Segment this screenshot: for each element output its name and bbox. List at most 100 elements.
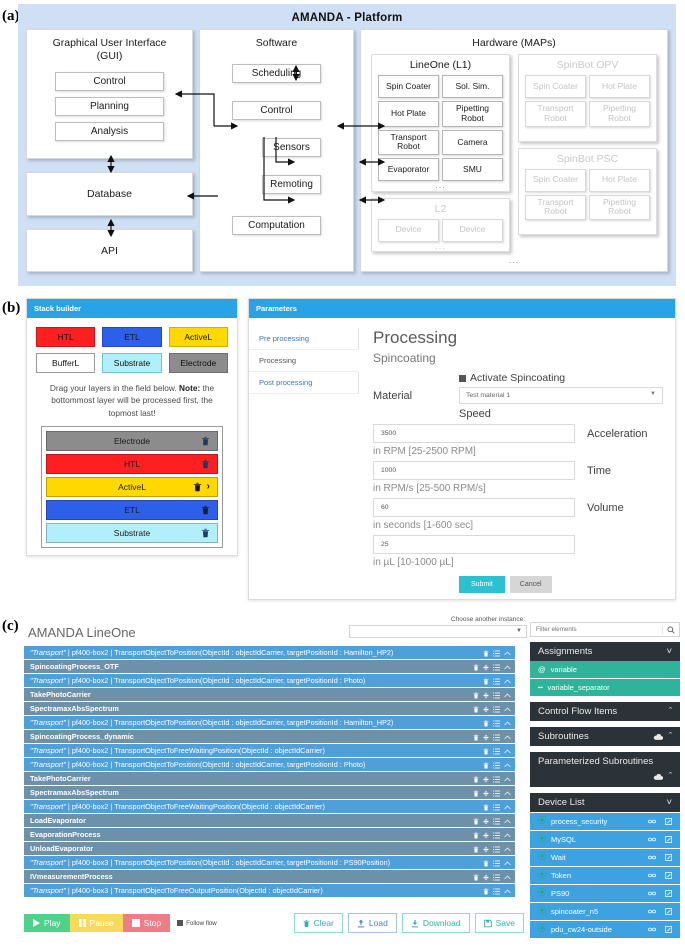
move-icon[interactable]	[483, 692, 489, 699]
clear-button[interactable]: Clear	[293, 913, 343, 933]
trash-icon[interactable]	[483, 804, 489, 811]
trash-icon[interactable]	[483, 888, 489, 895]
palette-chip-activel[interactable]: ActiveL	[168, 327, 228, 347]
load-button[interactable]: Load	[347, 913, 397, 933]
time-input[interactable]: 60	[373, 498, 575, 517]
sequence-row[interactable]: "Transport" | pf400-box2 | TransportObje…	[24, 673, 515, 687]
trash-icon[interactable]	[473, 832, 479, 839]
section-control-flow-items[interactable]: Control Flow Items ˆ	[530, 702, 680, 721]
chevron-down-icon[interactable]: ˅	[666, 646, 672, 657]
sequence-row[interactable]: "Transport" | pf400-box3 | TransportObje…	[24, 855, 515, 869]
trash-icon[interactable]	[483, 860, 489, 867]
chevron-up-icon[interactable]	[504, 875, 511, 880]
sequence-row[interactable]: IVmeasurementProcess	[24, 869, 515, 883]
edit-icon[interactable]	[665, 889, 672, 897]
activate-spincoating-checkbox[interactable]	[459, 374, 466, 382]
device-list-item[interactable]: ⦿ process_security	[530, 811, 680, 830]
trash-icon[interactable]	[193, 482, 202, 492]
link-icon[interactable]	[648, 873, 656, 878]
assignment-item-variable[interactable]: @ variable	[530, 661, 680, 678]
chevron-up-icon[interactable]	[504, 861, 511, 866]
device-list-item[interactable]: ⦿ Wait	[530, 847, 680, 866]
assignment-item-variable-separator[interactable]: ━ variable_separator	[530, 678, 680, 696]
chevron-up-icon[interactable]: ˆ	[669, 706, 672, 717]
device-list-item[interactable]: ⦿ PS90	[530, 883, 680, 902]
list-icon[interactable]	[493, 720, 500, 727]
cloud-icon[interactable]	[653, 733, 663, 741]
move-icon[interactable]	[483, 790, 489, 797]
layer-row-activel[interactable]: ActiveL ›	[46, 477, 218, 498]
sequence-row[interactable]: SpincoatingProcess_OTF	[24, 659, 515, 673]
list-icon[interactable]	[493, 860, 500, 867]
download-button[interactable]: Download	[401, 913, 470, 933]
sequence-row[interactable]: TakePhotoCarrier	[24, 771, 515, 785]
activate-spincoating-row[interactable]: Activate Spincoating	[459, 372, 663, 384]
material-select[interactable]: Test material 1 ▼	[459, 387, 663, 404]
chevron-up-icon[interactable]	[504, 749, 511, 754]
list-icon[interactable]	[493, 748, 500, 755]
trash-icon[interactable]	[473, 818, 479, 825]
software-node-sensors[interactable]: Sensors	[262, 138, 321, 158]
trash-icon[interactable]	[473, 874, 479, 881]
list-icon[interactable]	[493, 650, 500, 657]
chevron-up-icon[interactable]	[504, 889, 511, 894]
trash-icon[interactable]	[201, 459, 210, 469]
edit-icon[interactable]	[665, 835, 672, 843]
chevron-up-icon[interactable]	[504, 805, 511, 810]
filter-elements-box[interactable]	[530, 622, 680, 637]
trash-icon[interactable]	[483, 678, 489, 685]
trash-icon[interactable]	[473, 790, 479, 797]
trash-icon[interactable]	[483, 720, 489, 727]
edit-icon[interactable]	[665, 925, 672, 933]
map-spinbot-opv[interactable]: SpinBot OPV Spin Coater Hot Plate Transp…	[518, 54, 657, 142]
palette-chip-electrode[interactable]: Electrode	[168, 353, 228, 373]
trash-icon[interactable]	[483, 762, 489, 769]
submit-button[interactable]: Submit	[459, 576, 505, 593]
palette-chip-htl[interactable]: HTL	[36, 327, 96, 347]
chevron-up-icon[interactable]	[504, 665, 511, 670]
link-icon[interactable]	[648, 891, 656, 896]
cancel-button[interactable]: Cancel	[509, 576, 552, 593]
stop-button[interactable]: Stop	[122, 914, 171, 932]
link-icon[interactable]	[648, 819, 656, 824]
section-parameterized-subroutines[interactable]: Parameterized Subroutines ˆ	[530, 752, 680, 787]
chevron-up-icon[interactable]	[504, 679, 511, 684]
list-icon[interactable]	[493, 776, 500, 783]
device-list-item[interactable]: ⦿ MySQL	[530, 829, 680, 848]
trash-icon[interactable]	[473, 664, 479, 671]
move-icon[interactable]	[483, 734, 489, 741]
edit-icon[interactable]	[665, 907, 672, 915]
gui-node-planning[interactable]: Planning	[55, 97, 164, 117]
device-list-item[interactable]: ⦿ spincoater_n5	[530, 901, 680, 920]
list-icon[interactable]	[493, 790, 500, 797]
software-node-control[interactable]: Control	[232, 101, 321, 121]
sequence-row[interactable]: "Transport" | pf400-box2 | TransportObje…	[24, 799, 515, 813]
palette-chip-etl[interactable]: ETL	[102, 327, 162, 347]
move-icon[interactable]	[483, 832, 489, 839]
acceleration-input[interactable]: 1000	[373, 461, 575, 480]
sequence-row[interactable]: SpincoatingProcess_dynamic	[24, 729, 515, 743]
layer-row-electrode[interactable]: Electrode	[46, 431, 218, 452]
chevron-up-icon[interactable]: ˆ	[669, 731, 672, 742]
tab-processing[interactable]: Processing	[249, 350, 359, 372]
chevron-up-icon[interactable]	[504, 819, 511, 824]
sequence-row[interactable]: "Transport" | pf400-box2 | TransportObje…	[24, 715, 515, 729]
instance-select[interactable]: ▼	[349, 625, 527, 638]
move-icon[interactable]	[483, 874, 489, 881]
link-icon[interactable]	[648, 909, 656, 914]
trash-icon[interactable]	[473, 776, 479, 783]
link-icon[interactable]	[648, 837, 656, 842]
software-node-scheduling[interactable]: Scheduling	[232, 64, 321, 84]
device-list-item[interactable]: ⦿ pdu_cw24-outside	[530, 919, 680, 938]
list-icon[interactable]	[493, 818, 500, 825]
speed-input[interactable]: 3500	[373, 424, 575, 443]
chevron-up-icon[interactable]	[504, 721, 511, 726]
section-device-list[interactable]: Device List ˅	[530, 792, 680, 812]
link-icon[interactable]	[648, 855, 656, 860]
gui-node-analysis[interactable]: Analysis	[55, 122, 164, 142]
list-icon[interactable]	[493, 762, 500, 769]
map-lineone[interactable]: LineOne (L1) Spin Coater Sol. Sim. Hot P…	[371, 54, 510, 192]
gui-node-control[interactable]: Control	[55, 72, 164, 92]
edit-icon[interactable]	[665, 853, 672, 861]
trash-icon[interactable]	[483, 748, 489, 755]
